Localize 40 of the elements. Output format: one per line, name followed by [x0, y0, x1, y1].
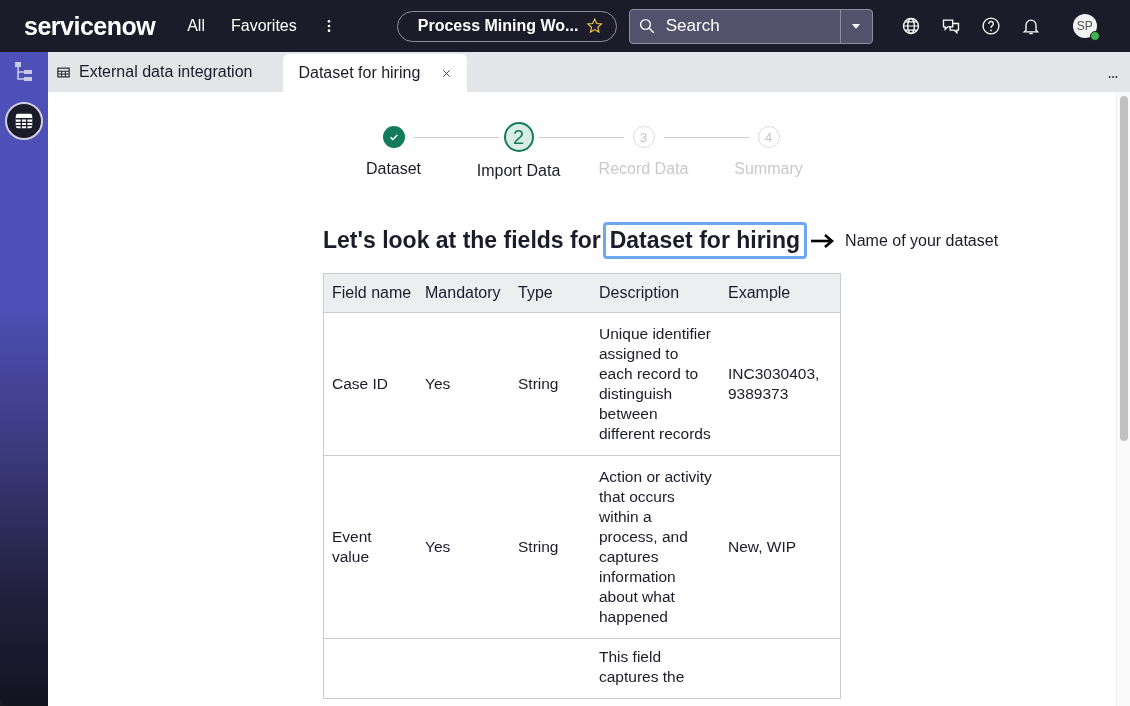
step-marker: 2	[503, 122, 534, 152]
column-header: Type	[510, 273, 591, 313]
user-avatar[interactable]: SP	[1072, 14, 1097, 38]
table-cell: Yes	[425, 375, 451, 392]
column-header: Field name	[323, 273, 417, 313]
table-cell: String	[518, 375, 559, 392]
dataset-name: Dataset for hiring	[602, 222, 808, 259]
table-cell: Action or activity that occurs within a process, and captures information about what happened	[599, 468, 712, 625]
column-header: Mandatory	[417, 273, 510, 313]
search-icon	[637, 17, 656, 35]
step-label: Dataset	[365, 160, 422, 178]
nav-link[interactable]: All	[185, 13, 207, 39]
table-app-button[interactable]	[5, 102, 43, 140]
status-dot	[1089, 31, 1100, 41]
step-label: Import Data	[476, 162, 561, 180]
search-field[interactable]: Search	[663, 15, 818, 37]
nav-link[interactable]: Favorites	[228, 13, 299, 39]
logo[interactable]: servicenow	[24, 11, 156, 41]
table-cell: Yes	[425, 538, 451, 555]
help-icon[interactable]	[980, 16, 1001, 36]
table-cell: Event value	[332, 528, 372, 565]
tab[interactable]: External data integration	[48, 52, 267, 92]
column-header: Description	[591, 273, 720, 313]
table-cell: INC3030403, 9389373	[728, 365, 820, 402]
step-marker: 3	[632, 126, 655, 148]
table-cell: Unique identifier assigned to each record to distinguish between different records	[599, 325, 711, 442]
globe-icon[interactable]	[900, 16, 921, 36]
search-box[interactable]: Search	[628, 8, 873, 44]
table-cell: String	[518, 538, 559, 555]
page-heading: Let's look at the fields for	[323, 227, 601, 254]
annotation-label: Name of your dataset	[845, 231, 999, 250]
tab[interactable]: Dataset for hiring	[283, 54, 468, 92]
table-cell: Case ID	[332, 375, 388, 392]
column-header: Example	[720, 273, 841, 313]
table-cell: New, WIP	[728, 538, 797, 555]
step-marker: 4	[757, 126, 780, 148]
star-icon[interactable]	[586, 16, 604, 36]
table-icon	[56, 64, 71, 80]
table-cell: This field captures the	[599, 648, 685, 685]
scrollbar-thumb[interactable]	[1119, 96, 1128, 441]
